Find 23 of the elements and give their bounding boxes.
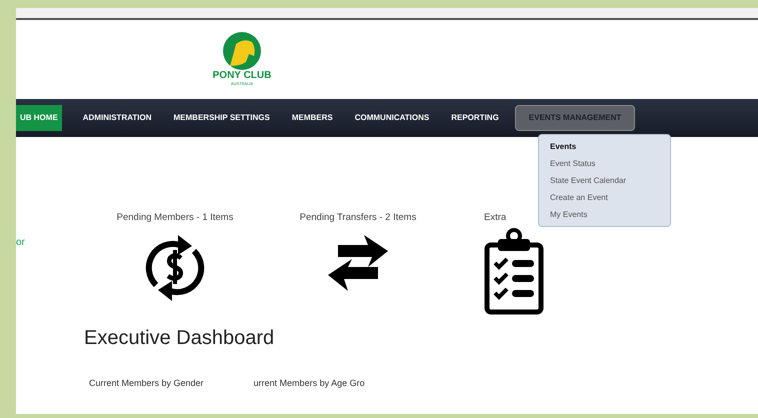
card-label: Pending Transfers - 2 Items bbox=[300, 211, 416, 225]
menu-item[interactable]: Create an Event bbox=[539, 189, 670, 206]
nav-item[interactable]: COMMUNICATIONS bbox=[348, 105, 436, 131]
side-text: or bbox=[16, 236, 26, 250]
menu-item[interactable]: Event Status bbox=[539, 155, 670, 172]
nav-item[interactable]: UB HOME bbox=[16, 105, 62, 131]
logo-name: PONY CLUB bbox=[212, 70, 272, 81]
menu-item[interactable]: Events bbox=[539, 138, 670, 155]
clipboard-checklist-icon bbox=[484, 227, 544, 316]
logo-icon bbox=[222, 32, 262, 70]
nav-item[interactable]: MEMBERS bbox=[286, 105, 339, 131]
dashboard-heading: Executive Dashboard bbox=[84, 326, 276, 352]
transfer-arrows-icon bbox=[328, 233, 388, 292]
dollar-cycle-icon bbox=[144, 233, 206, 304]
nav-item[interactable]: REPORTING bbox=[445, 105, 505, 131]
chart-title: urrent Members by Age Gro bbox=[254, 377, 365, 390]
card-label: Pending Members - 1 Items bbox=[116, 211, 234, 225]
nav-item[interactable]: ADMINISTRATION bbox=[76, 105, 158, 131]
menu-item[interactable]: State Event Calendar bbox=[539, 172, 670, 189]
chart-title: Current Members by Gender bbox=[89, 377, 204, 390]
nav-item[interactable]: MEMBERSHIP SETTINGS bbox=[168, 105, 276, 131]
card-label: Extra bbox=[484, 211, 506, 225]
menu-item[interactable]: My Events bbox=[539, 206, 670, 223]
